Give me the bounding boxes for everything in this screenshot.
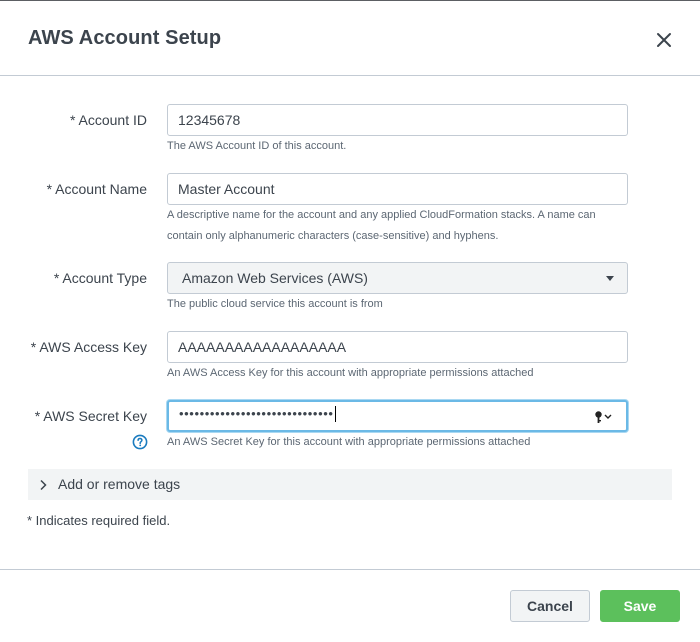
- account-id-input[interactable]: [168, 105, 627, 135]
- chevron-right-icon: [40, 479, 47, 491]
- account-type-select[interactable]: Amazon Web Services (AWS): [167, 262, 628, 294]
- access-key-help: An AWS Access Key for this account with …: [167, 367, 534, 379]
- dialog-title: AWS Account Setup: [28, 27, 222, 49]
- access-key-label: * AWS Access Key: [30, 339, 147, 355]
- account-id-field[interactable]: [167, 104, 628, 136]
- required-field-note: * Indicates required field.: [27, 513, 171, 528]
- account-type-label: * Account Type: [53, 270, 147, 286]
- save-button[interactable]: Save: [600, 590, 680, 622]
- account-name-field[interactable]: [167, 173, 628, 205]
- secret-key-label: * AWS Secret Key: [34, 408, 147, 424]
- account-name-help: A descriptive name for the account and a…: [167, 209, 596, 242]
- account-name-label: * Account Name: [46, 181, 147, 197]
- account-name-input[interactable]: [168, 174, 627, 204]
- key-icon[interactable]: [594, 410, 614, 424]
- caret-down-icon: [606, 276, 614, 281]
- secret-key-field[interactable]: ••••••••••••••••••••••••••••••: [167, 400, 628, 432]
- account-type-help: The public cloud service this account is…: [167, 298, 383, 310]
- dialog-footer: Cancel Save: [0, 569, 700, 642]
- text-cursor: [334, 405, 336, 422]
- close-button[interactable]: [652, 28, 676, 52]
- question-circle-icon[interactable]: [132, 434, 148, 450]
- account-id-help: The AWS Account ID of this account.: [167, 140, 347, 152]
- add-remove-tags-toggle[interactable]: Add or remove tags: [28, 469, 672, 500]
- cancel-button[interactable]: Cancel: [510, 590, 590, 622]
- dialog-header: AWS Account Setup: [0, 1, 700, 76]
- aws-account-setup-dialog: AWS Account Setup * Account ID The AWS A…: [0, 0, 700, 642]
- access-key-input[interactable]: [168, 332, 627, 362]
- secret-key-input[interactable]: ••••••••••••••••••••••••••••••: [179, 405, 336, 423]
- secret-key-help: An AWS Secret Key for this account with …: [167, 436, 531, 448]
- tags-label: Add or remove tags: [58, 476, 181, 492]
- access-key-field[interactable]: [167, 331, 628, 363]
- account-type-selected-value: Amazon Web Services (AWS): [182, 270, 368, 286]
- close-icon: [657, 33, 671, 47]
- account-id-label: * Account ID: [69, 112, 147, 128]
